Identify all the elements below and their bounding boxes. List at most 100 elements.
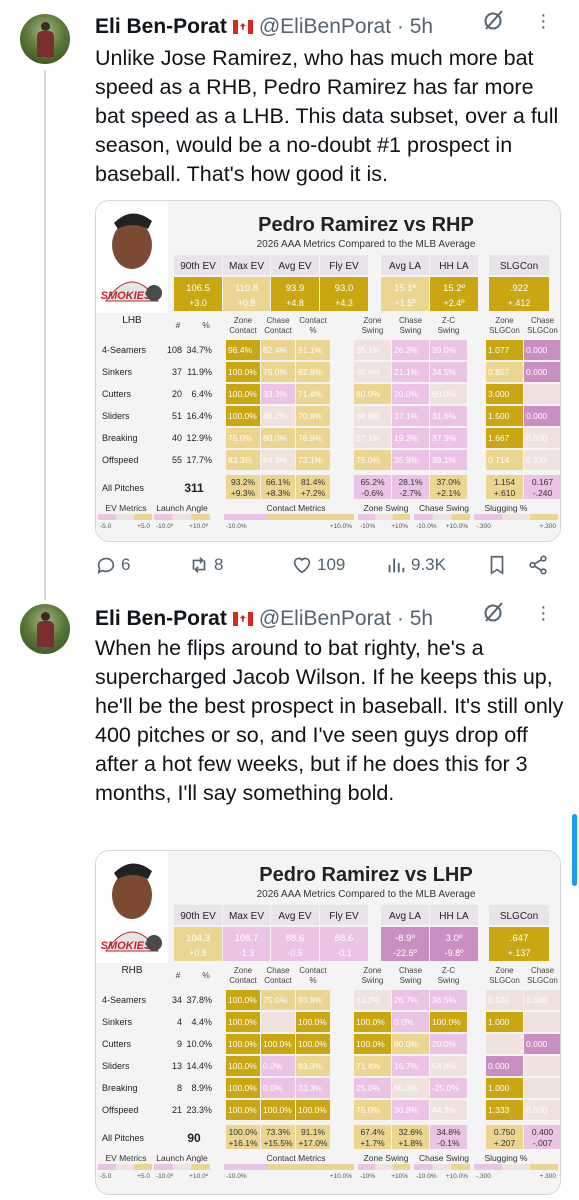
data-cell-value: 0.000 [526, 367, 548, 377]
separator-dot: · [391, 607, 410, 630]
col-header-count: # [176, 320, 181, 330]
grok-icon[interactable] [482, 600, 506, 624]
avatar[interactable] [20, 604, 70, 654]
data-cell-value: 100.0% [228, 389, 257, 399]
col-header: Contact [229, 326, 257, 335]
like-count: 109 [317, 555, 346, 574]
bookmark-button[interactable] [486, 553, 512, 577]
metric-value: 108.7 [235, 933, 259, 944]
metric-header: SLGCon [500, 261, 538, 272]
data-cell-value: 0.000 [526, 345, 548, 355]
timestamp[interactable]: 5h [410, 15, 433, 39]
data-cell-value: 63.2% [356, 995, 381, 1005]
data-cell-value: 70.8% [298, 411, 323, 421]
data-cell-value: 0.000 [526, 411, 548, 421]
all-pitches-value: 91.1% [301, 1127, 326, 1137]
views-button[interactable]: 9.3K [385, 553, 446, 577]
legend-bar-high [134, 514, 152, 520]
share-button[interactable] [527, 553, 553, 577]
data-cell-value: 100.0% [356, 1039, 385, 1049]
team-logo-text: SMOKIES [101, 290, 152, 302]
card-title: Pedro Ramirez vs RHP [258, 214, 474, 236]
all-pitches-count: 90 [187, 1131, 201, 1145]
legend-tick: +10% [391, 523, 408, 530]
metric-header: Fly EV [329, 911, 359, 922]
col-header: Z-C [442, 966, 456, 975]
data-cell-value: 31.6% [432, 411, 457, 421]
stats-card[interactable]: SMOKIES Pedro Ramirez vs RHP 2026 AAA Metr… [95, 200, 561, 542]
data-cell-value: 100.0% [356, 1017, 385, 1027]
metric-delta: -0.5 [287, 948, 303, 958]
data-cell-value: 44.2% [432, 1105, 457, 1115]
author-name[interactable]: Eli Ben-Porat [95, 15, 227, 39]
data-cell-value: 80.0% [263, 433, 288, 443]
legend-bar-low [358, 1164, 376, 1170]
row-label: Sinkers [102, 367, 133, 377]
data-cell-value: 39.0% [432, 345, 457, 355]
col-header: Zone [234, 316, 253, 325]
metric-value: 110.8 [235, 283, 258, 294]
row-pct: 17.7% [186, 455, 212, 465]
row-pct: 10.0% [186, 1039, 212, 1049]
metric-delta: -22.6º [393, 948, 418, 958]
legend-bar-low [98, 514, 116, 520]
author-name[interactable]: Eli Ben-Porat [95, 607, 227, 631]
col-header: Contact [264, 326, 292, 335]
metric-header: Avg LA [389, 911, 421, 922]
row-label: Cutters [102, 389, 132, 399]
data-cell-value: 83.3% [298, 1061, 323, 1071]
repost-icon [192, 557, 206, 573]
data-cell-value: 1.333 [488, 1105, 510, 1115]
legend-bar-high [451, 514, 470, 520]
row-count: 37 [172, 367, 182, 377]
views-icon [388, 558, 405, 573]
all-pitches-delta: -2.7% [399, 488, 422, 498]
data-cell-value: 60.0% [432, 389, 457, 399]
reply-button[interactable]: 6 [95, 553, 130, 577]
col-header: Zone [363, 966, 382, 975]
legend-label: Contact Metrics [266, 1153, 325, 1163]
metric-header: HH LA [439, 261, 469, 272]
repost-button[interactable]: 8 [188, 553, 223, 577]
tweet-text: When he flips around to bat righty, he's… [95, 636, 564, 805]
grok-icon[interactable] [482, 8, 506, 32]
row-label: Sliders [102, 411, 130, 421]
more-icon[interactable]: · · · [540, 597, 547, 629]
metric-delta: -0.1 [336, 948, 352, 958]
author-handle[interactable]: @EliBenPorat [259, 15, 391, 39]
batter-hand: RHB [121, 965, 142, 976]
row-pct: 16.4% [186, 411, 212, 421]
legend-tick: +5.0 [137, 523, 150, 530]
avatar[interactable] [20, 14, 70, 64]
data-cell-value: 37.9% [432, 433, 457, 443]
col-header: Contact [229, 976, 257, 985]
metric-value: 15.1º [394, 283, 416, 294]
data-cell-value: 0.500 [488, 995, 510, 1005]
all-pitches-delta: +8.3% [266, 488, 291, 498]
col-header: SLGCon [489, 976, 520, 985]
timestamp[interactable]: 5h [410, 607, 433, 631]
stats-card[interactable]: SMOKIES Pedro Ramirez vs LHP 2026 AAA Metr… [95, 850, 561, 1195]
heart-icon [293, 557, 311, 574]
tweet[interactable]: Eli Ben-Porat @EliBenPorat · 5h · · · Unli… [0, 0, 579, 600]
all-pitches-value: 28.1% [398, 477, 423, 487]
more-icon[interactable]: · · · [540, 5, 547, 37]
data-cell-value: 34.5% [432, 367, 457, 377]
like-button[interactable]: 109 [291, 553, 345, 577]
legend-bar-low [474, 1164, 502, 1170]
all-pitches-value: 65.2% [360, 477, 385, 487]
legend-tick: -10% [360, 523, 375, 530]
row-label: 4-Seamers [102, 345, 147, 355]
data-cell [524, 1056, 560, 1076]
author-handle[interactable]: @EliBenPorat [259, 607, 391, 631]
data-cell-value: 16.7% [394, 1061, 419, 1071]
all-pitches-delta: +1.7% [360, 1138, 385, 1148]
all-pitches-label: All Pitches [102, 1133, 145, 1143]
scrollbar-thumb[interactable] [572, 814, 577, 886]
legend-tick: +10.0% [446, 523, 468, 530]
repost-count: 8 [214, 555, 224, 574]
legend-tick: +5.0 [137, 1173, 150, 1180]
legend-tick: -10.0% [226, 1173, 247, 1180]
col-header: Chase [531, 316, 555, 325]
tweet[interactable]: Eli Ben-Porat @EliBenPorat · 5h · · · When… [0, 597, 579, 1200]
